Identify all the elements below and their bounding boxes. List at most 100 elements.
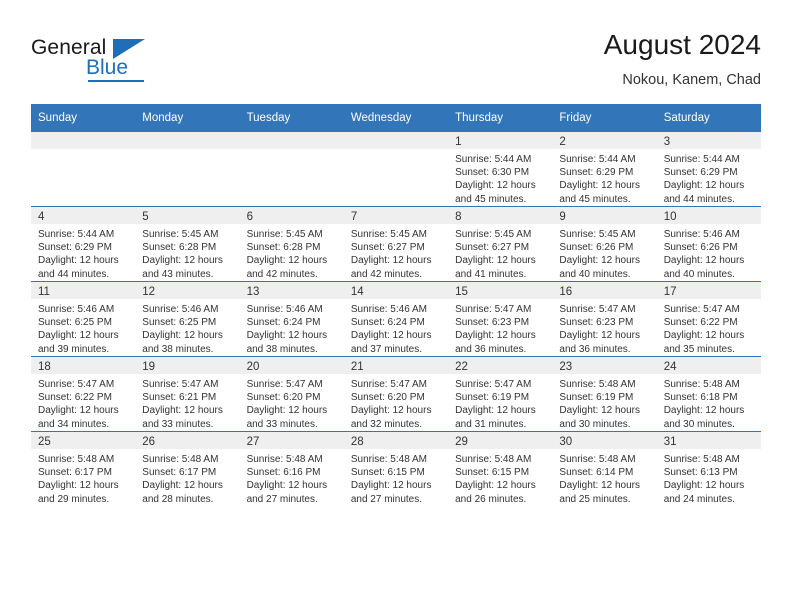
daylight-text-line2: and 45 minutes. — [455, 193, 527, 205]
sunrise-text: Sunrise: 5:47 AM — [350, 379, 427, 390]
calendar-day-cell[interactable]: 29 Sunrise: 5:48 AM Sunset: 6:15 PM Dayligh… — [448, 431, 553, 506]
calendar-day-cell[interactable]: 8 Sunrise: 5:45 AM Sunset: 6:27 PM Daylight… — [448, 206, 553, 282]
calendar-day-cell[interactable]: 6 Sunrise: 5:45 AM Sunset: 6:28 PM Daylight… — [239, 206, 344, 282]
calendar-day-cell[interactable]: 17 Sunrise: 5:47 AM Sunset: 6:22 PM Dayligh… — [656, 281, 761, 357]
sunrise-text: Sunrise: 5:46 AM — [663, 229, 740, 240]
daylight-text-line1: Daylight: 12 hours — [663, 180, 745, 192]
calendar-day-cell[interactable]: 22 Sunrise: 5:47 AM Sunset: 6:19 PM Dayligh… — [448, 356, 553, 432]
daylight-text-line2: and 42 minutes. — [350, 268, 423, 280]
calendar-day-cell[interactable]: 18 Sunrise: 5:47 AM Sunset: 6:22 PM Dayligh… — [31, 356, 136, 432]
day-number: 11 — [31, 282, 136, 299]
day-details: Sunrise: 5:47 AM Sunset: 6:22 PM Daylight:… — [657, 299, 761, 356]
daylight-text-line1: Daylight: 12 hours — [246, 255, 328, 267]
sunrise-text: Sunrise: 5:45 AM — [246, 229, 323, 240]
day-number: 9 — [552, 207, 657, 224]
calendar-day-cell[interactable]: 10 Sunrise: 5:46 AM Sunset: 6:26 PM Dayligh… — [656, 206, 761, 282]
sunset-text: Sunset: 6:22 PM — [38, 392, 112, 404]
day-details: Sunrise: 5:48 AM Sunset: 6:15 PM Daylight:… — [344, 449, 448, 506]
calendar-day-cell[interactable]: 11 Sunrise: 5:46 AM Sunset: 6:25 PM Dayligh… — [31, 281, 136, 357]
calendar-day-cell[interactable]: 27 Sunrise: 5:48 AM Sunset: 6:16 PM Dayligh… — [239, 431, 344, 506]
calendar-day-cell-empty — [239, 131, 344, 207]
title-block: August 2024 Nokou, Kanem, Chad — [604, 28, 761, 90]
calendar-day-cell[interactable]: 14 Sunrise: 5:46 AM Sunset: 6:24 PM Dayligh… — [343, 281, 449, 357]
calendar-day-cell[interactable]: 28 Sunrise: 5:48 AM Sunset: 6:15 PM Dayligh… — [343, 431, 449, 506]
day-number: 30 — [552, 432, 657, 449]
daylight-text-line1: Daylight: 12 hours — [246, 330, 328, 342]
daylight-text-line2: and 29 minutes. — [38, 493, 110, 505]
sunset-text: Sunset: 6:15 PM — [350, 467, 425, 479]
day-number: 16 — [552, 282, 657, 299]
calendar-day-cell[interactable]: 20 Sunrise: 5:47 AM Sunset: 6:20 PM Dayligh… — [239, 356, 344, 432]
calendar-day-cell-empty — [31, 131, 136, 207]
day-number: 25 — [31, 432, 136, 449]
calendar-day-cell[interactable]: 5 Sunrise: 5:45 AM Sunset: 6:28 PM Daylight… — [135, 206, 240, 282]
daylight-text-line2: and 40 minutes. — [559, 268, 631, 280]
day-number: 28 — [343, 432, 449, 449]
brand-logo[interactable]: General Blue — [31, 36, 251, 92]
calendar-day-cell[interactable]: 13 Sunrise: 5:46 AM Sunset: 6:24 PM Dayligh… — [239, 281, 344, 357]
daylight-text-line1: Daylight: 12 hours — [663, 255, 745, 267]
daylight-text-line2: and 37 minutes. — [350, 343, 423, 355]
daylight-text-line1: Daylight: 12 hours — [455, 480, 536, 492]
day-details: Sunrise: 5:47 AM Sunset: 6:22 PM Daylight:… — [31, 374, 135, 431]
calendar-day-cell[interactable]: 26 Sunrise: 5:48 AM Sunset: 6:17 PM Dayligh… — [135, 431, 240, 506]
calendar-day-cell[interactable]: 4 Sunrise: 5:44 AM Sunset: 6:29 PM Daylight… — [31, 206, 136, 282]
day-details: Sunrise: 5:48 AM Sunset: 6:18 PM Daylight:… — [657, 374, 761, 431]
sunset-text: Sunset: 6:29 PM — [38, 242, 112, 254]
daylight-text-line2: and 38 minutes. — [246, 343, 318, 355]
daylight-text-line2: and 30 minutes. — [559, 418, 631, 430]
calendar-day-cell[interactable]: 16 Sunrise: 5:47 AM Sunset: 6:23 PM Dayligh… — [552, 281, 657, 357]
calendar-table: Sunday Monday Tuesday Wednesday Thursday Frid… — [31, 104, 761, 506]
calendar-day-cell[interactable]: 31 Sunrise: 5:48 AM Sunset: 6:13 PM Dayligh… — [656, 431, 761, 506]
daylight-text-line2: and 30 minutes. — [663, 418, 735, 430]
daylight-text-line1: Daylight: 12 hours — [350, 480, 432, 492]
day-details: Sunrise: 5:45 AM Sunset: 6:28 PM Daylight:… — [135, 224, 239, 281]
day-number: 3 — [656, 132, 761, 149]
sunset-text: Sunset: 6:27 PM — [455, 242, 530, 254]
daylight-text-line2: and 28 minutes. — [142, 493, 214, 505]
sunrise-text: Sunrise: 5:48 AM — [663, 454, 740, 465]
calendar-day-cell[interactable]: 9 Sunrise: 5:45 AM Sunset: 6:26 PM Daylight… — [552, 206, 657, 282]
calendar-day-cell[interactable]: 15 Sunrise: 5:47 AM Sunset: 6:23 PM Dayligh… — [448, 281, 553, 357]
calendar-day-cell[interactable]: 3 Sunrise: 5:44 AM Sunset: 6:29 PM Daylight… — [656, 131, 761, 207]
calendar-day-cell[interactable]: 24 Sunrise: 5:48 AM Sunset: 6:18 PM Dayligh… — [656, 356, 761, 432]
daylight-text-line2: and 33 minutes. — [246, 418, 318, 430]
daylight-text-line1: Daylight: 12 hours — [455, 255, 536, 267]
day-number: 31 — [656, 432, 761, 449]
daylight-text-line1: Daylight: 12 hours — [559, 255, 641, 267]
calendar-body: 1 Sunrise: 5:44 AM Sunset: 6:30 PM Daylight… — [31, 131, 761, 506]
weekday-header-tuesday: Tuesday — [239, 104, 344, 132]
daylight-text-line1: Daylight: 12 hours — [142, 480, 223, 492]
day-details: Sunrise: 5:48 AM Sunset: 6:17 PM Daylight:… — [135, 449, 239, 506]
brand-name-blue: Blue — [86, 56, 129, 79]
calendar-day-cell[interactable]: 25 Sunrise: 5:48 AM Sunset: 6:17 PM Dayligh… — [31, 431, 136, 506]
calendar-day-cell[interactable]: 30 Sunrise: 5:48 AM Sunset: 6:14 PM Dayligh… — [552, 431, 657, 506]
daylight-text-line1: Daylight: 12 hours — [38, 330, 119, 342]
daylight-text-line1: Daylight: 12 hours — [38, 480, 119, 492]
sunset-text: Sunset: 6:29 PM — [559, 167, 634, 179]
calendar-day-cell[interactable]: 1 Sunrise: 5:44 AM Sunset: 6:30 PM Daylight… — [448, 131, 553, 207]
calendar-week-row: 4 Sunrise: 5:44 AM Sunset: 6:29 PM Daylight… — [31, 206, 761, 282]
daylight-text-line1: Daylight: 12 hours — [559, 405, 641, 417]
sunrise-text: Sunrise: 5:48 AM — [246, 454, 323, 465]
calendar-day-cell[interactable]: 23 Sunrise: 5:48 AM Sunset: 6:19 PM Dayligh… — [552, 356, 657, 432]
page-header: General Blue August 2024 Nokou, Kanem, C… — [31, 28, 761, 96]
day-details: Sunrise: 5:47 AM Sunset: 6:19 PM Daylight:… — [448, 374, 552, 431]
calendar-day-cell[interactable]: 21 Sunrise: 5:47 AM Sunset: 6:20 PM Dayligh… — [343, 356, 449, 432]
daylight-text-line1: Daylight: 12 hours — [350, 255, 432, 267]
weekday-header-saturday: Saturday — [656, 104, 761, 132]
daylight-text-line1: Daylight: 12 hours — [38, 255, 119, 267]
sunset-text: Sunset: 6:20 PM — [246, 392, 321, 404]
day-details: Sunrise: 5:48 AM Sunset: 6:15 PM Daylight:… — [448, 449, 552, 506]
day-details: Sunrise: 5:45 AM Sunset: 6:28 PM Daylight:… — [240, 224, 344, 281]
daylight-text-line2: and 42 minutes. — [246, 268, 318, 280]
day-details: Sunrise: 5:45 AM Sunset: 6:27 PM Daylight:… — [448, 224, 552, 281]
calendar-day-cell[interactable]: 7 Sunrise: 5:45 AM Sunset: 6:27 PM Daylight… — [343, 206, 449, 282]
calendar-day-cell[interactable]: 19 Sunrise: 5:47 AM Sunset: 6:21 PM Dayligh… — [135, 356, 240, 432]
daylight-text-line1: Daylight: 12 hours — [350, 405, 432, 417]
sunrise-text: Sunrise: 5:45 AM — [350, 229, 427, 240]
calendar-day-cell[interactable]: 2 Sunrise: 5:44 AM Sunset: 6:29 PM Daylight… — [552, 131, 657, 207]
daylight-text-line1: Daylight: 12 hours — [142, 405, 223, 417]
day-number: 19 — [135, 357, 240, 374]
calendar-day-cell[interactable]: 12 Sunrise: 5:46 AM Sunset: 6:25 PM Dayligh… — [135, 281, 240, 357]
